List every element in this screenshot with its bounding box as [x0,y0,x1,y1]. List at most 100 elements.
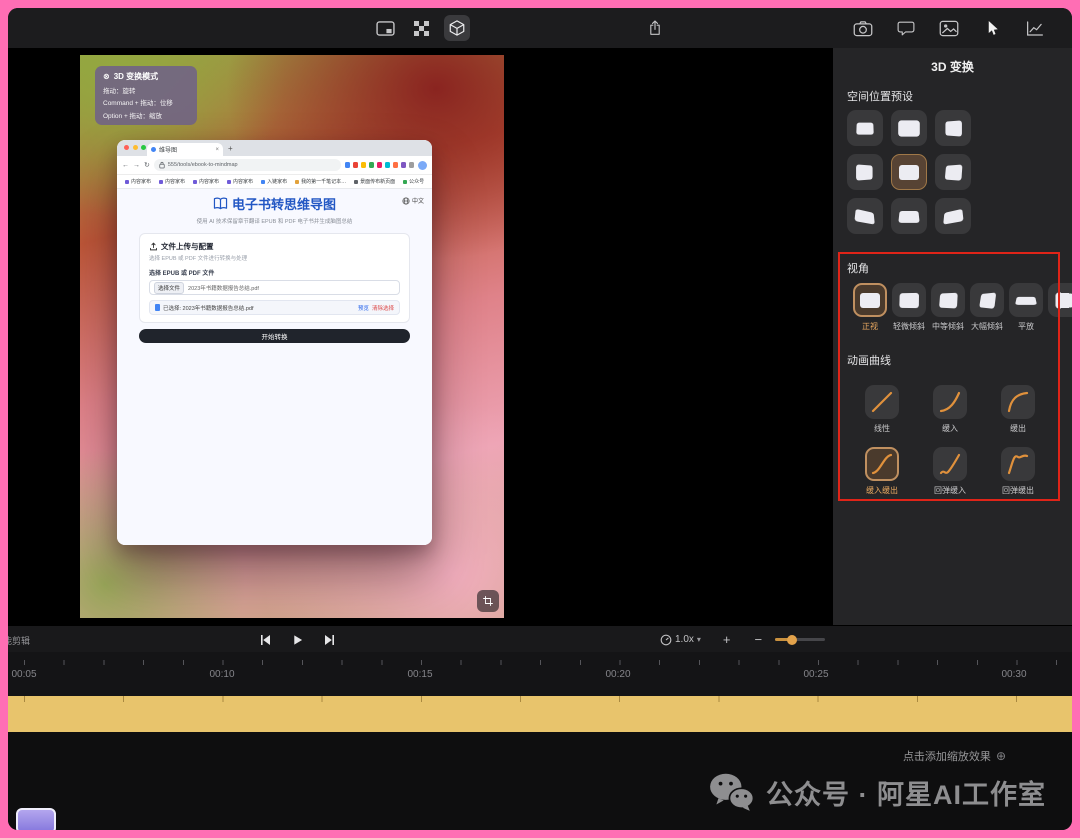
extension-icon[interactable] [344,162,350,168]
extension-icon[interactable] [352,162,358,168]
file-section-label: 选择 EPUB 或 PDF 文件 [149,271,215,277]
address-bar[interactable]: 555/tools/ebook-to-mindmap [153,159,341,171]
language-toggle[interactable]: 中文 [402,196,424,205]
bookmark-item[interactable]: 入链家布 [261,178,287,185]
perspective-thumb[interactable] [931,283,965,317]
preset-button[interactable] [847,110,883,146]
timeline-clip-track[interactable] [8,696,1072,732]
browser-tab[interactable]: 维导图 × [147,143,223,156]
camera-icon[interactable] [850,15,876,41]
speed-gauge-icon [660,634,672,645]
preset-button[interactable] [891,198,927,234]
image-icon[interactable] [936,15,962,41]
analytics-icon[interactable] [1022,15,1048,41]
bookmark-item[interactable]: 内容家布 [125,178,151,185]
background-pattern-icon[interactable] [408,15,434,41]
preset-button[interactable] [847,198,883,234]
circle-x-icon: ⊗ [103,72,110,81]
playback-speed-dropdown[interactable]: 1.0x ▾ [660,634,701,646]
3d-transform-icon[interactable] [444,15,470,41]
play-icon[interactable] [292,634,303,646]
preset-button-selected[interactable] [891,154,927,190]
curve-thumb-linear[interactable] [865,385,899,419]
timeline-ruler[interactable]: 00:05 00:10 00:15 00:20 00:25 00:30 [8,652,1072,696]
extension-icon[interactable] [360,162,366,168]
perspective-thumb[interactable] [892,283,926,317]
bottom-area: 点击添加缩放效果 ⊕ 公众号 · 阿星AI工作室 [8,732,1072,830]
watermark-text: 公众号 · 阿星AI工作室 [766,779,1046,810]
bookmark-item[interactable]: 内容家布 [227,178,253,185]
tab-close-icon[interactable]: × [215,147,219,153]
crop-icon[interactable] [477,590,499,612]
curve-thumb-bounce-in[interactable] [933,447,967,481]
tab-title: 维导图 [159,148,178,154]
bookmarks-bar: 内容家布 内容家布 内容家布 内容家布 入链家布 我的第一千笔记本… 景面传布新… [117,175,432,189]
bookmark-item[interactable]: 公众号 [403,178,424,185]
toolbar [8,8,1072,49]
timeline-zoom-slider[interactable] [775,634,826,645]
skip-back-icon[interactable] [259,634,271,646]
extension-icon[interactable] [376,162,382,168]
close-dot-icon [124,145,129,150]
clip-thumbnail[interactable] [16,808,56,830]
extension-icon[interactable] [384,162,390,168]
reload-icon[interactable]: ↻ [144,161,150,169]
canvas-layout-icon[interactable] [372,15,398,41]
curve-thumb-ease-out[interactable] [1001,385,1035,419]
perspective-thumb[interactable] [1009,283,1043,317]
perspective-thumb[interactable] [970,283,1004,317]
timestamp: 00:30 [1001,669,1027,680]
bookmark-item[interactable]: 景面传布新页面 [354,178,395,185]
perspective-thumb[interactable] [1048,283,1072,317]
preset-button[interactable] [891,110,927,146]
bookmark-item[interactable]: 内容家布 [159,178,185,185]
favicon [151,147,156,152]
new-tab-icon[interactable]: + [228,142,233,156]
file-input-row[interactable]: 选择文件 2023年书籍数据报告总结.pdf [149,280,400,295]
curve-option: 回弹缓入 [933,447,967,496]
preset-button[interactable] [935,154,971,190]
bookmark-item[interactable]: 我的第一千笔记本… [295,178,346,185]
timeline-zoom-in-button[interactable]: + [723,633,731,646]
preset-button[interactable] [847,154,883,190]
curve-thumb-bounce-out[interactable] [1001,447,1035,481]
extension-icon[interactable] [392,162,398,168]
back-icon[interactable]: ← [122,162,129,169]
choose-file-button[interactable]: 选择文件 [154,281,185,294]
slider-thumb[interactable] [787,634,798,645]
browser-toolbar: ← → ↻ 555/tools/ebook-to-mindmap [117,156,432,175]
curve-thumb-ease-in[interactable] [933,385,967,419]
extension-icon[interactable] [400,162,406,168]
forward-icon[interactable]: → [133,162,140,169]
clear-selection-link[interactable]: 清除选择 [372,304,394,312]
curve-option: 缓出 [1001,385,1035,434]
perspective-thumb-selected[interactable] [853,283,887,317]
animation-curves-grid: 线性 缓入 缓出 缓入缓出 回弹缓入 回弹缓出 [848,385,1052,496]
skip-forward-icon[interactable] [324,634,336,646]
timestamp: 00:10 [209,669,235,680]
profile-avatar[interactable] [418,160,427,170]
preset-button[interactable] [935,110,971,146]
extension-icon[interactable] [408,162,414,168]
curve-thumb-ease-in-out-selected[interactable] [865,447,899,481]
cursor-icon[interactable] [979,15,1005,41]
share-icon[interactable] [642,15,668,41]
extension-icon[interactable] [368,162,374,168]
timestamp: 00:25 [803,669,829,680]
bookmark-item[interactable]: 内容家布 [193,178,219,185]
curve-option: 缓入 [933,385,967,434]
preset-button[interactable] [935,198,971,234]
preview-browser-window: 维导图 × + ← → ↻ 555/tools/ebook-to-mindmap [117,140,432,545]
upload-card: 文件上传与配置 选择 EPUB 或 PDF 文件进行转换与处理 选择 EPUB … [139,233,410,323]
document-icon [155,304,160,311]
perspective-option [1048,283,1072,332]
add-zoom-effect-hint[interactable]: 点击添加缩放效果 ⊕ [903,748,1006,764]
timeline-zoom-out-button[interactable]: − [755,633,763,646]
perspective-options-row: 正视 轻微倾斜 中等倾斜 大幅倾斜 平放 [853,283,1072,332]
preview-link[interactable]: 预览 [358,304,369,312]
comment-icon[interactable] [893,15,919,41]
convert-button[interactable]: 开始转换 [139,329,410,343]
zoom-controls: 1.0x ▾ + − [660,626,826,653]
perspective-option: 中等倾斜 [931,283,965,332]
perspective-option: 平放 [1009,283,1043,332]
